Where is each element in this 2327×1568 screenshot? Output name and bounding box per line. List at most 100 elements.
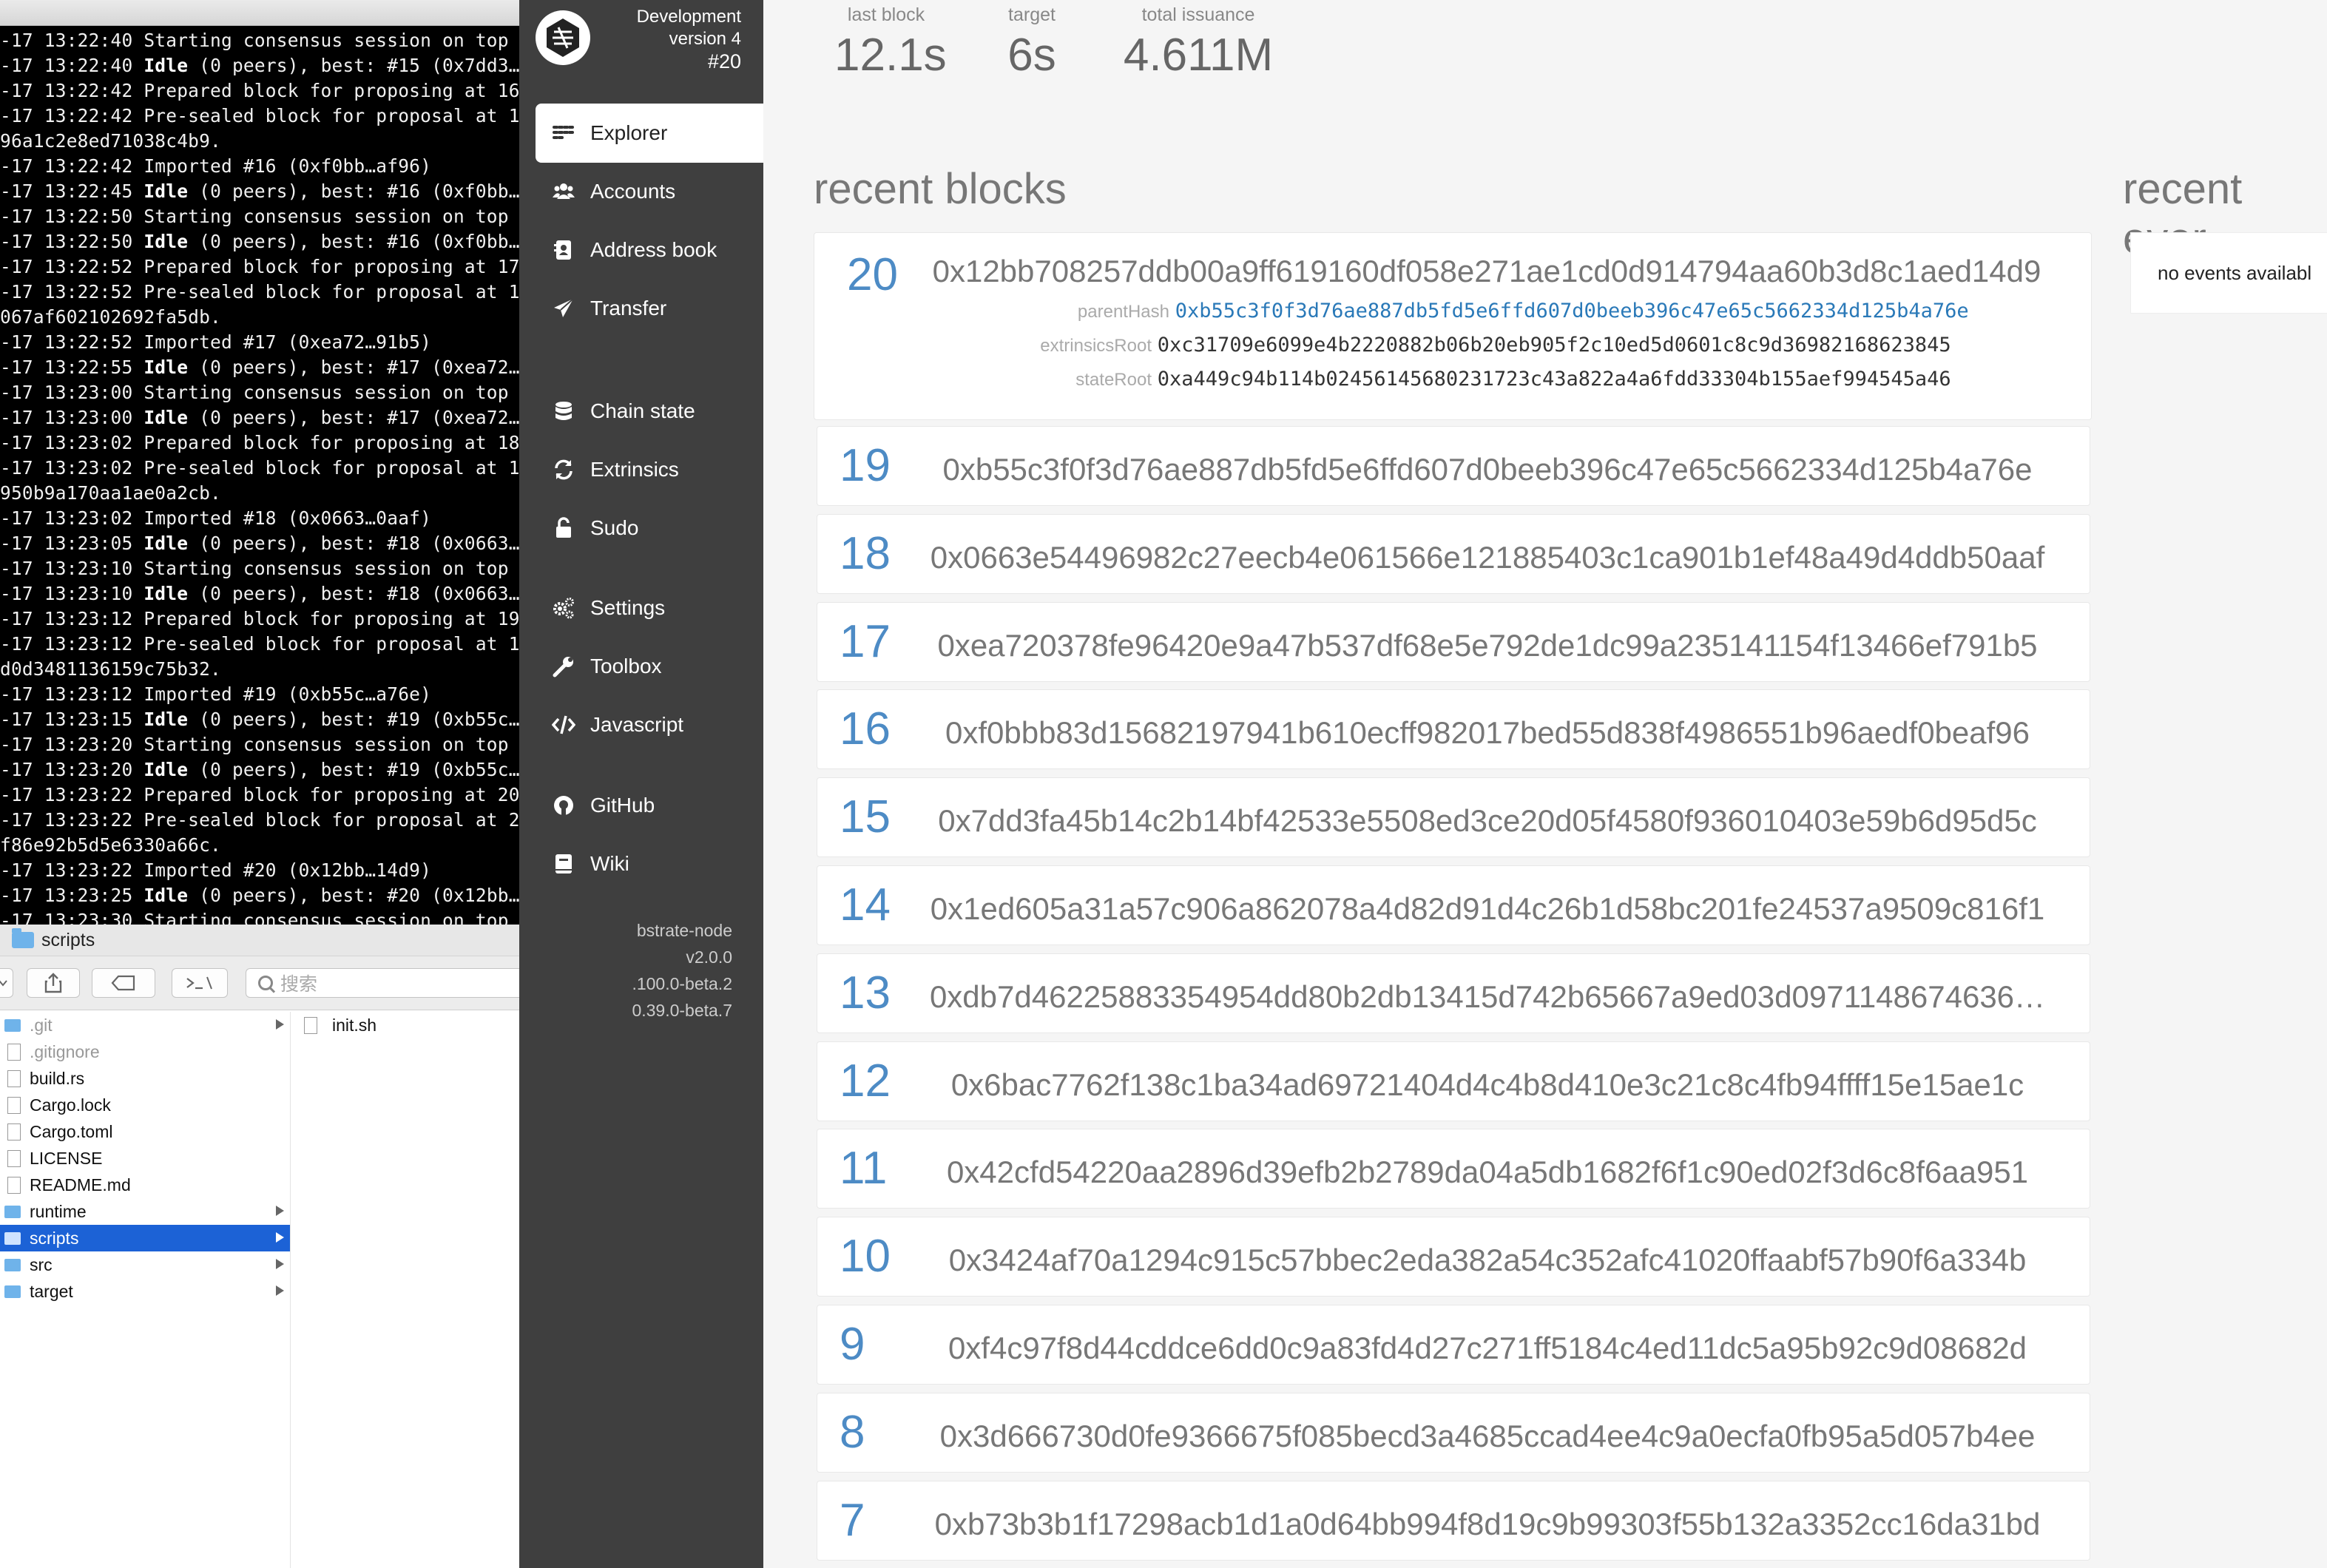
extrinsics-root-value: 0xc31709e6099e4b2220882b06b20eb905f2c10e… [1157,334,1951,356]
block-number[interactable]: 15 [840,794,891,840]
nav-item-transfer[interactable]: Transfer [536,279,763,338]
tags-button[interactable] [92,968,155,998]
terminal-line-text: d0d3481136159c75b32. [0,658,222,680]
terminal-line: -17 13:22:52 Prepared block for proposin… [0,254,519,280]
nav-item-toolbox[interactable]: Toolbox [536,637,763,696]
block-row[interactable]: 7 0xb73b3b1f17298acb1d1a0d64bb994f8d19c9b… [817,1481,2090,1561]
file-item[interactable]: LICENSE [0,1145,290,1172]
block-row[interactable]: 8 0x3d666730d0fe9366675f085becd3a4685ccad… [817,1393,2090,1473]
nav-item-settings[interactable]: Settings [536,578,763,638]
disclosure-arrow-icon [276,1285,284,1296]
no-events-text: no events availabl [2158,261,2312,284]
terminal-line: -17 13:23:12 Prepared block for proposin… [0,606,519,632]
block-number[interactable]: 9 [840,1322,865,1368]
terminal-line: -17 13:23:00 Idle (0 peers), best: #17 (… [0,405,519,430]
summary-label: target [1008,4,1056,25]
folder-item[interactable]: target [0,1278,290,1305]
terminal-line-text: -17 13:23:02 Imported #18 (0x0663…0aaf) [0,507,432,529]
terminal-line: -17 13:22:45 Idle (0 peers), best: #16 (… [0,179,519,204]
share-button[interactable] [27,968,80,998]
nav-item-label: Toolbox [590,655,662,677]
item-name: LICENSE [30,1148,103,1168]
terminal-line: -17 13:23:30 Starting consensus session … [0,908,519,925]
block-number[interactable]: 16 [840,706,891,752]
block-number[interactable]: 19 [840,443,891,489]
block-number[interactable]: 17 [840,619,891,665]
folder-item[interactable]: runtime [0,1198,290,1225]
file-item[interactable]: README.md [0,1172,290,1198]
summary-value: 12.1s [834,30,947,81]
summary-last-block: last block 12.1s [834,4,947,81]
block-row[interactable]: 14 0x1ed605a31a57c906a862078a4d82d91d4c26… [817,865,2090,945]
polkadot-logo[interactable] [536,10,590,65]
block-row-expanded[interactable]: 20 0x12bb708257ddb00a9ff619160df058e271a… [814,232,2092,420]
file-item[interactable]: Cargo.lock [0,1092,290,1118]
nav-item-label: Transfer [590,297,667,320]
file-item[interactable]: Cargo.toml [0,1118,290,1145]
block-number[interactable]: 7 [840,1498,865,1544]
terminal-line-text: -17 13:22:40 [0,55,144,76]
recent-blocks-title: recent blocks [814,165,1067,213]
block-row[interactable]: 11 0x42cfd54220aa2896d39efb2b2789da04a5db… [817,1129,2090,1209]
terminal-line: -17 13:23:02 Prepared block for proposin… [0,430,519,456]
block-hash: 0xf0bbb83d15682197941b610ecff982017bed55… [945,715,2030,750]
folder-item[interactable]: scripts [0,1225,290,1251]
block-row[interactable]: 10 0x3424af70a1294c915c57bbec2eda382a54c3… [817,1217,2090,1297]
block-hash: 0x1ed605a31a57c906a862078a4d82d91d4c26b1… [930,891,2045,926]
block-number[interactable]: 12 [840,1058,891,1104]
terminal-line-text: -17 13:22:50 [0,231,144,252]
terminal-line-text: (0 peers), best: #19 (0xb55c…a76 [188,709,519,730]
view-toggle-button[interactable] [0,968,13,998]
block-hash: 0xea720378fe96420e9a47b537df68e5e792de1d… [937,628,2038,663]
block-row[interactable]: 15 0x7dd3fa45b14c2b14bf42533e5508ed3ce20d… [817,777,2090,857]
state-root-row: stateRoot 0xa449c94b114b0245614568023172… [859,362,1951,397]
block-number[interactable]: 14 [840,882,891,928]
file-icon [7,1150,21,1167]
folder-item[interactable]: src [0,1251,290,1278]
item-name: .gitignore [30,1041,100,1061]
nav-item-label: Chain state [590,399,695,422]
block-number[interactable]: 10 [840,1234,891,1280]
nav-item-github[interactable]: GitHub [536,776,763,835]
block-row[interactable]: 19 0xb55c3f0f3d76ae887db5fd5e6ffd607d0bee… [817,426,2090,506]
disclosure-arrow-icon [276,1259,284,1269]
summary-target: target 6s [985,4,1078,81]
api-version: .100.0-beta.2 [632,974,732,993]
node-versions: bstrate-node v2.0.0 .100.0-beta.2 0.39.0… [632,917,732,1024]
block-number[interactable]: 11 [840,1146,887,1192]
nav-item-chain-state[interactable]: Chain state [536,382,763,441]
terminal-window[interactable]: -17 13:22:40 Starting consensus session … [0,0,519,925]
block-number[interactable]: 8 [840,1410,865,1456]
terminal-line-text: -17 13:23:12 Pre-sealed block for propos… [0,633,519,655]
block-row[interactable]: 16 0xf0bbb83d15682197941b610ecff982017bed… [817,689,2090,769]
item-name: Cargo.lock [30,1095,111,1115]
block-number[interactable]: 18 [840,531,891,577]
parent-hash-link[interactable]: 0xb55c3f0f3d76ae887db5fd5e6ffd607d0beeb3… [1175,300,1969,322]
block-row[interactable]: 9 0xf4c97f8d44cddce6dd0c9a83fd4d27c271ff5… [817,1305,2090,1385]
block-row[interactable]: 13 0xdb7d46225883354954dd80b2db13415d742b… [817,953,2090,1033]
file-icon [7,1123,21,1140]
terminal-line-text: f86e92b5d5e6330a66c. [0,834,222,856]
nav-item-address-book[interactable]: Address book [536,220,763,280]
block-number[interactable]: 20 [847,252,898,298]
nav-item-accounts[interactable]: Accounts [536,162,763,221]
block-row[interactable]: 18 0x0663e54496982c27eecb4e061566e1218854… [817,514,2090,594]
terminal-titlebar[interactable] [0,0,519,26]
block-row[interactable]: 17 0xea720378fe96420e9a47b537df68e5e792de… [817,602,2090,682]
chevron-down-icon [0,980,7,987]
terminal-line-text: -17 13:23:15 [0,709,144,730]
nav-item-extrinsics[interactable]: Extrinsics [536,440,763,499]
terminal-line: -17 13:23:10 Idle (0 peers), best: #18 (… [0,581,519,606]
nav-item-javascript[interactable]: Javascript [536,695,763,754]
terminal-line-text: -17 13:23:22 Prepared block for proposin… [0,784,519,805]
nav-item-sudo[interactable]: Sudo [536,499,763,558]
terminal-button[interactable] [172,968,228,998]
nav-item-wiki[interactable]: Wiki [536,834,763,893]
folder-item[interactable]: .git [0,1012,290,1038]
file-item[interactable]: .gitignore [0,1038,290,1065]
block-number[interactable]: 13 [840,970,891,1016]
block-row[interactable]: 12 0x6bac7762f138c1ba34ad69721404d4c4b8d4… [817,1041,2090,1121]
file-item[interactable]: build.rs [0,1065,290,1092]
nav-item-explorer[interactable]: Explorer [536,104,763,163]
send-icon [549,297,578,320]
